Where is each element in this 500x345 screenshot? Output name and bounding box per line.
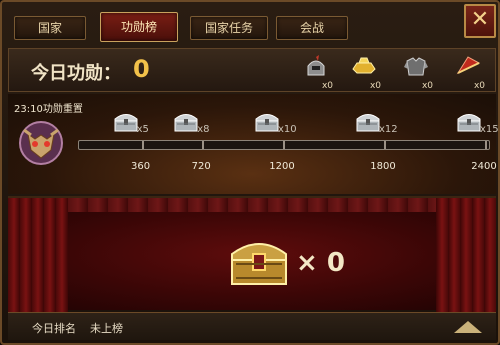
close-icon: ✕ (470, 7, 490, 32)
reward-gold[interactable]: x0 (347, 51, 381, 91)
milestone-tick (141, 141, 144, 149)
merit-progress-section: 23:10功勋重置 x5 360 x8 720 x10 1200 x12 1800 x15 240… (8, 94, 499, 194)
rank-footer: 今日排名 未上榜 (8, 312, 496, 340)
reward-count: x0 (321, 81, 333, 91)
reward-stage: × 0 (8, 196, 496, 312)
expand-arrow-icon[interactable] (454, 321, 482, 333)
curtain-left (8, 198, 68, 312)
reward-count: x0 (473, 81, 485, 91)
gold-ingot-icon (352, 57, 376, 74)
silver-chest-icon[interactable] (254, 110, 280, 132)
reset-time-text: 23:10功勋重置 (14, 104, 83, 115)
tab-country-tasks[interactable]: 国家任务 (190, 16, 268, 40)
tab-bar: 国家 功勋榜 国家任务 会战 (8, 10, 458, 42)
reward-helmet[interactable]: x0 (299, 51, 333, 91)
silver-chest-icon[interactable] (113, 110, 139, 132)
milestone-tick (202, 141, 205, 149)
today-rank-value: 未上榜 (90, 322, 123, 335)
curtain-valance (8, 198, 496, 212)
milestone-tick (384, 141, 386, 149)
milestone-multiplier: x10 (278, 124, 297, 135)
today-merit-label: 今日功勋： (31, 63, 121, 84)
milestone-threshold: 1200 (269, 161, 295, 172)
silver-chest-icon[interactable] (355, 110, 381, 132)
armor-icon (404, 57, 428, 76)
milestone-tick (485, 141, 487, 149)
milestone-tick (283, 141, 285, 149)
reward-icons: x0 x0 x0 x0 (299, 51, 489, 91)
today-rank-label: 今日排名 (32, 322, 76, 335)
milestone-multiplier: x5 (136, 124, 149, 135)
chest-count: × 0 (296, 248, 345, 278)
reward-count: x0 (421, 81, 433, 91)
silver-chest-icon[interactable] (456, 110, 482, 132)
tab-merit-ranking[interactable]: 功勋榜 (100, 12, 178, 42)
milestone-multiplier: x15 (480, 124, 499, 135)
reward-fan[interactable]: x0 (451, 51, 485, 91)
gold-chest-icon[interactable] (228, 234, 290, 288)
tab-country[interactable]: 国家 (14, 16, 86, 40)
reward-count: x0 (369, 81, 381, 91)
today-merit-bar: 今日功勋： 0 x0 x0 x0 x0 (8, 48, 496, 92)
milestone-threshold: 360 (131, 161, 151, 172)
reward-armor[interactable]: x0 (399, 51, 433, 91)
helmet-icon (307, 55, 325, 76)
merit-progress-bar (78, 140, 490, 150)
silver-chest-icon[interactable] (173, 110, 199, 132)
demon-mask-emblem-icon (19, 121, 63, 165)
milestone-multiplier: x8 (197, 124, 210, 135)
today-merit-value: 0 (133, 55, 150, 83)
close-button[interactable]: ✕ (464, 4, 496, 38)
merit-panel: 国家 功勋榜 国家任务 会战 ✕ 今日功勋： 0 x0 x0 x0 x0 23:… (0, 0, 500, 345)
red-fan-icon (456, 56, 481, 75)
milestone-multiplier: x12 (379, 124, 398, 135)
milestone-threshold: 720 (191, 161, 211, 172)
milestone-threshold: 1800 (370, 161, 396, 172)
milestone-threshold: 2400 (471, 161, 497, 172)
tab-battle[interactable]: 会战 (276, 16, 348, 40)
curtain-right (436, 198, 496, 312)
